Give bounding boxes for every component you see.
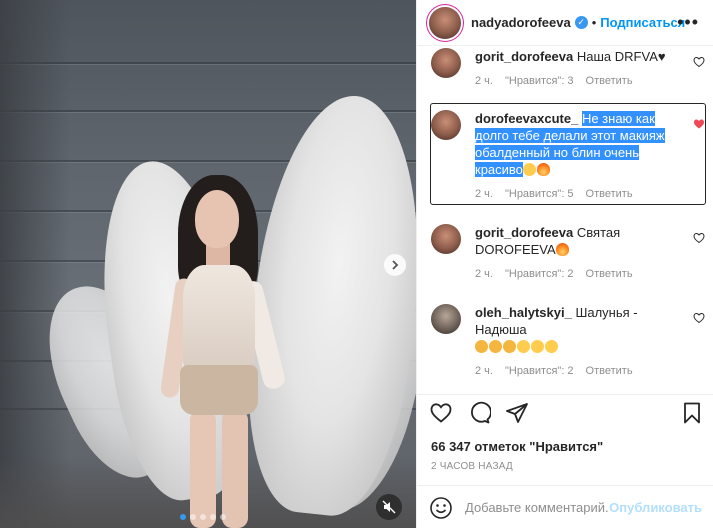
verified-badge-icon: ✓ bbox=[574, 16, 588, 29]
comment-like-count[interactable]: "Нравится": 3 bbox=[505, 75, 574, 87]
reply-button[interactable]: Ответить bbox=[586, 268, 633, 280]
carousel-dot bbox=[190, 514, 196, 520]
comment-like-count[interactable]: "Нравится": 2 bbox=[505, 268, 574, 280]
comment-username[interactable]: dorofeevaxcute_ bbox=[475, 111, 578, 126]
next-slide-button[interactable] bbox=[384, 254, 406, 276]
add-comment-bar: Опубликовать bbox=[417, 485, 713, 528]
follow-button[interactable]: Подписаться bbox=[600, 15, 685, 30]
model-corset bbox=[183, 265, 255, 375]
comment-username[interactable]: oleh_halytskyi_ bbox=[475, 305, 572, 320]
publish-button[interactable]: Опубликовать bbox=[609, 500, 702, 515]
clap-emoji-icon bbox=[503, 340, 516, 353]
avatar[interactable] bbox=[431, 304, 461, 334]
reply-button[interactable]: Ответить bbox=[586, 365, 633, 377]
comment-like-count[interactable]: "Нравится": 5 bbox=[505, 188, 574, 200]
laughing-emoji-icon bbox=[531, 340, 544, 353]
model-leg bbox=[190, 410, 216, 528]
wall-shadow bbox=[0, 0, 70, 528]
separator-dot: • bbox=[591, 15, 597, 30]
comment-item: dorofeevaxcute_ Не знаю как долго тебе д… bbox=[431, 110, 705, 200]
more-options-icon[interactable]: ••• bbox=[677, 12, 699, 33]
heart-filled-icon[interactable] bbox=[693, 118, 705, 130]
comment-list[interactable]: gorit_dorofeeva Наша DRFVA♥ 2 ч. "Нравит… bbox=[417, 46, 713, 394]
avatar[interactable] bbox=[431, 48, 461, 78]
heart-outline-icon[interactable] bbox=[693, 232, 705, 244]
bookmark-icon[interactable] bbox=[680, 401, 704, 425]
model-skirt bbox=[180, 365, 258, 415]
comment-username[interactable]: gorit_dorofeeva bbox=[475, 49, 573, 64]
post-author-username[interactable]: nadyadorofeeva bbox=[471, 15, 571, 30]
model-face bbox=[195, 190, 239, 248]
comment-like-count[interactable]: "Нравится": 2 bbox=[505, 365, 574, 377]
avatar[interactable] bbox=[431, 110, 461, 140]
paper-plane-icon bbox=[506, 403, 528, 423]
fire-emoji-icon bbox=[536, 163, 550, 176]
reply-button[interactable]: Ответить bbox=[586, 188, 633, 200]
avatar[interactable] bbox=[431, 224, 461, 254]
post-sidebar: nadyadorofeeva ✓ • Подписаться ••• gorit… bbox=[416, 0, 713, 528]
star-eyes-emoji-icon bbox=[522, 163, 536, 176]
likes-count[interactable]: 66 347 отметок "Нравится" bbox=[431, 439, 603, 454]
fire-emoji-icon bbox=[555, 243, 569, 256]
clap-emoji-icon bbox=[475, 340, 488, 353]
heart-outline-icon[interactable] bbox=[693, 312, 705, 324]
heart-outline-icon[interactable] bbox=[693, 56, 705, 68]
comment-time[interactable]: 2 ч. bbox=[475, 188, 493, 200]
chevron-right-icon bbox=[392, 260, 399, 270]
emoji-picker-icon[interactable] bbox=[429, 496, 453, 520]
laughing-emoji-icon bbox=[517, 340, 530, 353]
comment-time[interactable]: 2 ч. bbox=[475, 365, 493, 377]
post-timestamp[interactable]: 2 ЧАСОВ НАЗАД bbox=[431, 461, 513, 472]
post-header: nadyadorofeeva ✓ • Подписаться ••• bbox=[417, 0, 713, 46]
comment-item: gorit_dorofeeva Наша DRFVA♥ 2 ч. "Нравит… bbox=[431, 48, 705, 87]
post-actions: 66 347 отметок "Нравится" 2 ЧАСОВ НАЗАД … bbox=[417, 394, 713, 528]
comment-input[interactable] bbox=[465, 500, 610, 515]
action-buttons bbox=[429, 401, 529, 425]
carousel-dot bbox=[220, 514, 226, 520]
laughing-emoji-icon bbox=[545, 340, 558, 353]
carousel-dot bbox=[210, 514, 216, 520]
avatar[interactable] bbox=[429, 6, 461, 39]
share-button[interactable] bbox=[505, 401, 529, 425]
mute-button[interactable] bbox=[376, 494, 402, 520]
carousel-dots bbox=[180, 514, 226, 520]
comment-text: Наша DRFVA♥ bbox=[576, 49, 666, 64]
comment-time[interactable]: 2 ч. bbox=[475, 268, 493, 280]
heart-icon bbox=[430, 403, 452, 423]
speaker-muted-icon bbox=[382, 500, 396, 514]
like-button[interactable] bbox=[429, 401, 453, 425]
clap-emoji-icon bbox=[489, 340, 502, 353]
post-photo[interactable] bbox=[0, 0, 416, 528]
carousel-dot bbox=[200, 514, 206, 520]
comment-item: oleh_halytskyi_ Шалунья - Надюша 2 ч. "Н… bbox=[431, 304, 705, 377]
comment-username[interactable]: gorit_dorofeeva bbox=[475, 225, 573, 240]
comment-time[interactable]: 2 ч. bbox=[475, 75, 493, 87]
speech-bubble-icon bbox=[471, 401, 491, 424]
reply-button[interactable]: Ответить bbox=[586, 75, 633, 87]
comment-item: gorit_dorofeeva Святая DOROFEEVA 2 ч. "Н… bbox=[431, 224, 705, 280]
carousel-dot bbox=[180, 514, 186, 520]
comment-button[interactable] bbox=[467, 401, 491, 425]
model-leg bbox=[222, 410, 248, 528]
